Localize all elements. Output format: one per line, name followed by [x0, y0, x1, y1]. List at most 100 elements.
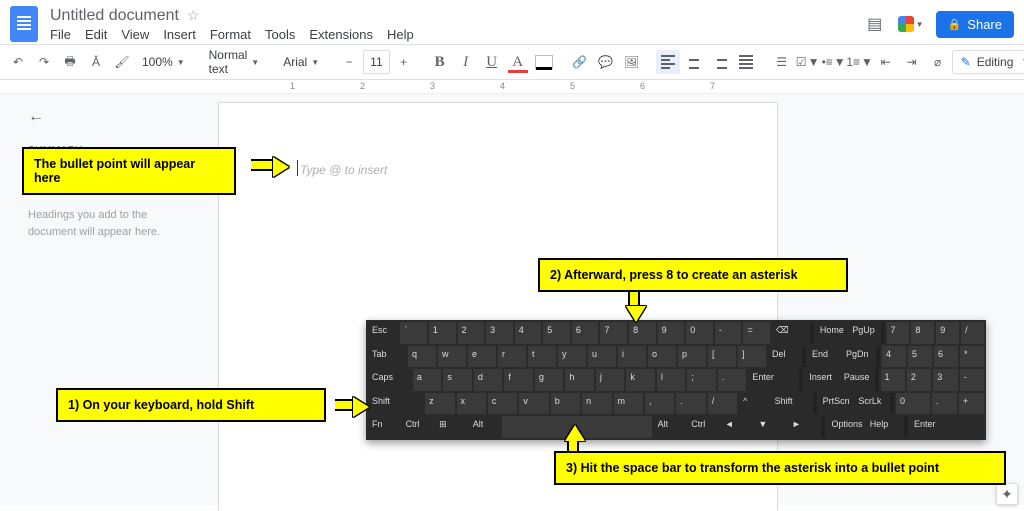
decrease-indent-icon[interactable]: ⇤	[874, 50, 898, 74]
key-arrow-right[interactable]: ►	[788, 416, 820, 438]
key-del[interactable]: Del	[768, 346, 800, 368]
key-num2[interactable]: 2	[907, 369, 931, 391]
key-f[interactable]: f	[504, 369, 533, 391]
key-e[interactable]: e	[468, 346, 496, 368]
key-enter[interactable]: Enter	[748, 369, 797, 391]
key-dot[interactable]: .	[718, 369, 747, 391]
key-shift-right[interactable]: Shift	[771, 393, 811, 415]
paint-format-icon[interactable]: 🖌	[110, 50, 134, 74]
key-num8[interactable]: 8	[911, 322, 934, 344]
key-semi[interactable]: ;	[687, 369, 716, 391]
key-x[interactable]: x	[457, 393, 486, 415]
key-tab[interactable]: Tab	[368, 346, 406, 368]
insert-link-icon[interactable]: 🔗	[568, 50, 592, 74]
key-win[interactable]: ⊞	[435, 416, 467, 438]
key-insert[interactable]: Insert	[805, 369, 838, 391]
key-num9[interactable]: 9	[936, 322, 959, 344]
key-5[interactable]: 5	[543, 322, 570, 344]
key-grave[interactable]: `	[400, 322, 427, 344]
font-size-increase[interactable]: +	[392, 50, 416, 74]
key-numenter[interactable]: Enter	[910, 416, 984, 438]
collapse-outline-icon[interactable]: ←	[28, 108, 44, 126]
key-prtscn[interactable]: PrtScn	[819, 393, 853, 415]
key-end[interactable]: End	[808, 346, 840, 368]
comments-icon[interactable]: ▤	[864, 13, 886, 35]
menu-file[interactable]: File	[50, 27, 71, 42]
key-l[interactable]: l	[657, 369, 686, 391]
key-c[interactable]: c	[488, 393, 517, 415]
key-4[interactable]: 4	[515, 322, 542, 344]
key-scrlk[interactable]: ScrLk	[854, 393, 888, 415]
line-spacing-icon[interactable]: ☰	[770, 50, 794, 74]
checklist-icon[interactable]: ☑▼	[796, 50, 820, 74]
key-t[interactable]: t	[528, 346, 556, 368]
key-s[interactable]: s	[443, 369, 472, 391]
key-esc[interactable]: Esc	[368, 322, 398, 344]
spellcheck-icon[interactable]: Ǎ	[84, 50, 108, 74]
underline-button[interactable]: U	[480, 50, 504, 74]
explore-icon[interactable]: ✦	[996, 483, 1018, 505]
menu-format[interactable]: Format	[210, 27, 251, 42]
docs-logo-icon[interactable]	[10, 6, 38, 42]
key-lbracket[interactable]: [	[708, 346, 736, 368]
increase-indent-icon[interactable]: ⇥	[900, 50, 924, 74]
key-6[interactable]: 6	[572, 322, 599, 344]
key-num7[interactable]: 7	[887, 322, 910, 344]
key-pause[interactable]: Pause	[840, 369, 873, 391]
key-j[interactable]: j	[596, 369, 625, 391]
redo-icon[interactable]: ↷	[32, 50, 56, 74]
key-alt-right[interactable]: Alt	[654, 416, 686, 438]
meet-button[interactable]: ▼	[898, 16, 924, 32]
key-rbracket[interactable]: ]	[738, 346, 766, 368]
align-right-icon[interactable]	[708, 50, 732, 74]
key-slash[interactable]: /	[708, 393, 737, 415]
key-options[interactable]: Options	[827, 416, 863, 438]
bold-button[interactable]: B	[428, 50, 452, 74]
key-y[interactable]: y	[558, 346, 586, 368]
key-w[interactable]: w	[438, 346, 466, 368]
numbered-list-icon[interactable]: 1≡▼	[848, 50, 872, 74]
mode-dropdown[interactable]: ✎Editing▼	[952, 50, 1024, 74]
document-title[interactable]: Untitled document	[50, 7, 179, 25]
key-num4[interactable]: 4	[882, 346, 906, 368]
key-help[interactable]: Help	[866, 416, 902, 438]
menu-tools[interactable]: Tools	[265, 27, 295, 42]
align-left-icon[interactable]	[656, 50, 680, 74]
key-o[interactable]: o	[648, 346, 676, 368]
key-b[interactable]: b	[551, 393, 580, 415]
key-9[interactable]: 9	[658, 322, 685, 344]
font-size-decrease[interactable]: −	[337, 50, 361, 74]
key-n[interactable]: n	[582, 393, 611, 415]
key-2[interactable]: 2	[458, 322, 485, 344]
key-3[interactable]: 3	[486, 322, 513, 344]
menu-help[interactable]: Help	[387, 27, 414, 42]
key-d[interactable]: d	[474, 369, 503, 391]
key-numstar[interactable]: *	[960, 346, 984, 368]
bulleted-list-icon[interactable]: •≡▼	[822, 50, 846, 74]
clear-format-icon[interactable]: ⌀	[926, 50, 950, 74]
print-icon[interactable]: 🖶	[58, 50, 82, 74]
align-center-icon[interactable]	[682, 50, 706, 74]
key-p[interactable]: p	[678, 346, 706, 368]
key-u[interactable]: u	[588, 346, 616, 368]
key-arrow-down[interactable]: ▼	[754, 416, 786, 438]
key-num0[interactable]: 0	[896, 393, 930, 415]
highlight-button[interactable]	[532, 50, 556, 74]
key-alt-left[interactable]: Alt	[469, 416, 501, 438]
key-0[interactable]: 0	[686, 322, 713, 344]
key-num3[interactable]: 3	[933, 369, 957, 391]
key-numminus[interactable]: -	[960, 369, 984, 391]
align-justify-icon[interactable]	[734, 50, 758, 74]
key-ctrl-left[interactable]: Ctrl	[402, 416, 434, 438]
key-1[interactable]: 1	[429, 322, 456, 344]
key-k[interactable]: k	[626, 369, 655, 391]
text-color-button[interactable]: A	[506, 50, 530, 74]
share-button[interactable]: 🔒Share	[936, 11, 1014, 38]
menu-insert[interactable]: Insert	[163, 27, 196, 42]
menu-extensions[interactable]: Extensions	[309, 27, 373, 42]
zoom-dropdown[interactable]: 100%▼	[136, 50, 191, 74]
key-z[interactable]: z	[425, 393, 454, 415]
style-dropdown[interactable]: Normal text▼	[203, 50, 266, 74]
star-icon[interactable]: ☆	[187, 7, 200, 24]
key-minus[interactable]: -	[715, 322, 742, 344]
